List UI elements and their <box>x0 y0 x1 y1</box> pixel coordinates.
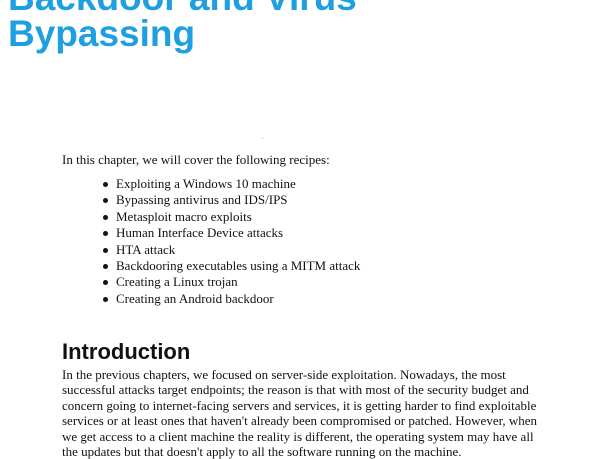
recipe-list: Exploiting a Windows 10 machine Bypassin… <box>100 176 360 307</box>
bullet-icon <box>103 231 108 237</box>
recipe-item: Backdooring executables using a MITM att… <box>100 258 360 274</box>
bullet-icon <box>103 296 108 302</box>
paragraph-line: services or at least ones that haven't a… <box>62 413 538 429</box>
bullet-icon <box>103 182 108 187</box>
recipe-item: Exploiting a Windows 10 machine <box>100 176 360 192</box>
paragraph-line: we get access to a client machine the re… <box>62 428 534 444</box>
page-speck <box>262 138 263 139</box>
bullet-icon <box>103 264 108 270</box>
recipe-item-label: HTA attack <box>116 241 176 257</box>
recipe-item-label: Creating a Linux trojan <box>116 274 238 290</box>
recipe-item-label: Human Interface Device attacks <box>116 225 284 241</box>
bullet-icon <box>103 247 108 253</box>
recipe-item: Human Interface Device attacks <box>100 225 360 241</box>
recipe-item-label: Metasploit macro exploits <box>116 208 252 224</box>
recipe-item-label: Exploiting a Windows 10 machine <box>116 176 296 191</box>
recipe-item: Creating an Android backdoor <box>100 291 360 307</box>
paragraph-line: concern going to internet-facing servers… <box>62 397 537 413</box>
recipe-item-label: Bypassing antivirus and IDS/IPS <box>116 192 288 208</box>
paragraph-line: In the previous chapters, we focused on … <box>62 367 506 382</box>
recipe-item: Creating a Linux trojan <box>100 274 360 290</box>
bullet-icon <box>103 214 108 220</box>
bullet-icon <box>103 198 108 204</box>
intro-sentence: In this chapter, we will cover the follo… <box>62 152 330 167</box>
paragraph-line: the updates but that doesn't apply to al… <box>62 444 462 459</box>
section-heading-introduction: Introduction <box>62 339 191 364</box>
recipe-item: HTA attack <box>100 242 360 258</box>
recipe-item-label: Creating an Android backdoor <box>116 290 274 306</box>
chapter-title-line-2: Bypassing <box>8 13 196 54</box>
paragraph-line: successful attacks target endpoints; the… <box>62 382 529 398</box>
bullet-icon <box>103 280 108 286</box>
recipe-item: Bypassing antivirus and IDS/IPS <box>100 192 360 208</box>
recipe-item: Metasploit macro exploits <box>100 209 360 225</box>
recipe-item-label: Backdooring executables using a MITM att… <box>116 258 361 274</box>
introduction-paragraph: In the previous chapters, we focused on … <box>62 367 582 459</box>
